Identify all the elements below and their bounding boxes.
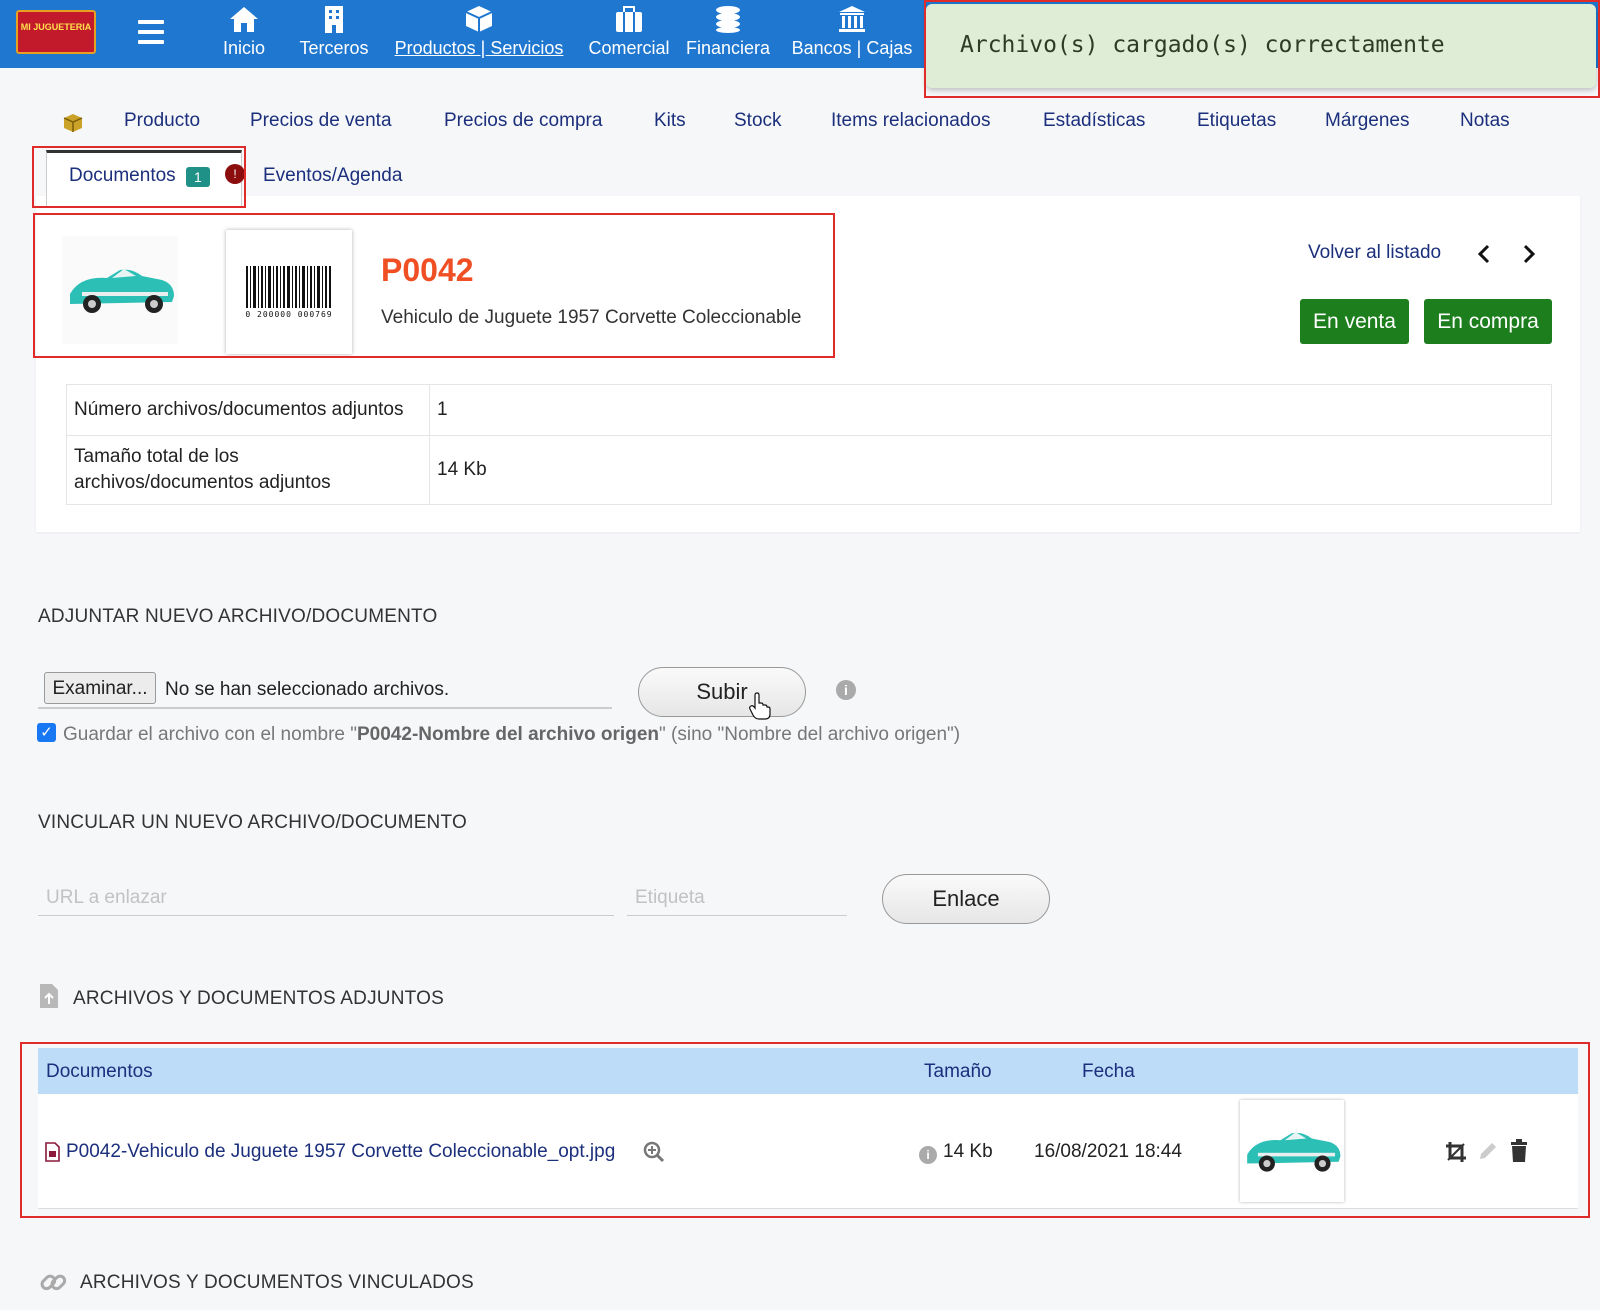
- box-icon: [391, 4, 567, 36]
- save-with-ref-checkbox[interactable]: ✓: [37, 723, 56, 742]
- file-input-underline: [38, 707, 612, 709]
- nav-financial[interactable]: Financiera: [684, 4, 772, 64]
- nav-home-label: Inicio: [222, 38, 266, 58]
- tab-items-relacionados[interactable]: Items relacionados: [831, 110, 990, 132]
- home-icon: [212, 4, 276, 36]
- bank-icon: [787, 4, 917, 36]
- hamburger-menu-icon[interactable]: [138, 20, 164, 44]
- status-en-venta[interactable]: En venta: [1300, 299, 1409, 344]
- product-header-highlight: [33, 213, 835, 358]
- nav-third-parties-label: Terceros: [299, 38, 369, 58]
- link-chain-icon: [38, 1267, 68, 1302]
- documents-tab-highlight: [32, 146, 246, 208]
- back-to-list-link[interactable]: Volver al listado: [1308, 242, 1441, 264]
- nav-products[interactable]: Productos | Servicios: [391, 4, 567, 64]
- product-cube-icon: [62, 112, 84, 139]
- nav-financial-label: Financiera: [685, 38, 771, 58]
- upload-button[interactable]: Subir: [638, 667, 806, 717]
- attach-section-title: ADJUNTAR NUEVO ARCHIVO/DOCUMENTO: [38, 606, 438, 627]
- tab-eventos-agenda[interactable]: Eventos/Agenda: [263, 165, 402, 187]
- url-input[interactable]: URL a enlazar: [38, 880, 614, 916]
- tab-precios-venta[interactable]: Precios de venta: [250, 110, 392, 132]
- tab-producto[interactable]: Producto: [124, 110, 200, 132]
- nav-products-label: Productos | Servicios: [394, 38, 564, 58]
- attachments-summary-table: Número archivos/documentos adjuntos 1 Ta…: [66, 384, 1552, 505]
- hand-cursor-icon: [749, 692, 771, 725]
- tab-margenes[interactable]: Márgenes: [1325, 110, 1410, 132]
- link-button[interactable]: Enlace: [882, 874, 1050, 924]
- info-icon[interactable]: i: [836, 680, 856, 700]
- logo-text: MI JUGUETERIA: [20, 22, 92, 32]
- file-upload-icon: [38, 982, 60, 1015]
- next-arrow-icon[interactable]: [1521, 244, 1537, 269]
- nav-third-parties[interactable]: Terceros: [294, 4, 374, 64]
- attached-table-highlight: [20, 1042, 1590, 1218]
- attachments-count-label: Número archivos/documentos adjuntos: [74, 399, 404, 420]
- attachments-size-label-line1: Tamaño total de los: [74, 446, 239, 467]
- no-file-selected-text: No se han seleccionado archivos.: [165, 679, 450, 700]
- save-with-ref-label: Guardar el archivo con el nombre "P0042-…: [63, 724, 961, 745]
- tab-estadisticas[interactable]: Estadísticas: [1043, 110, 1145, 132]
- link-button-label: Enlace: [932, 886, 1000, 911]
- linked-section-title: ARCHIVOS Y DOCUMENTOS VINCULADOS: [80, 1272, 474, 1293]
- attachments-count-value: 1: [437, 399, 448, 420]
- nav-commercial-label: Comercial: [588, 38, 670, 58]
- tab-precios-compra[interactable]: Precios de compra: [444, 110, 602, 132]
- upload-button-label: Subir: [696, 679, 748, 704]
- nav-commercial[interactable]: Comercial: [582, 4, 676, 64]
- nav-banks-label: Bancos | Cajas: [791, 38, 913, 58]
- nav-home[interactable]: Inicio: [212, 4, 276, 64]
- briefcase-icon: [582, 4, 676, 36]
- attachments-size-value: 14 Kb: [437, 459, 487, 480]
- tab-notas[interactable]: Notas: [1460, 110, 1510, 132]
- browse-button[interactable]: Examinar...: [44, 672, 156, 704]
- building-icon: [294, 4, 374, 36]
- tab-kits[interactable]: Kits: [654, 110, 686, 132]
- toast-highlight: [924, 0, 1600, 98]
- company-logo[interactable]: MI JUGUETERIA: [16, 10, 96, 54]
- label-input[interactable]: Etiqueta: [627, 880, 847, 916]
- coins-icon: [684, 4, 772, 36]
- attachments-size-label-line2: archivos/documentos adjuntos: [74, 472, 331, 493]
- nav-banks[interactable]: Bancos | Cajas: [787, 4, 917, 64]
- attached-section-title: ARCHIVOS Y DOCUMENTOS ADJUNTOS: [73, 988, 444, 1009]
- link-section-title: VINCULAR UN NUEVO ARCHIVO/DOCUMENTO: [38, 812, 467, 833]
- status-en-compra[interactable]: En compra: [1424, 299, 1552, 344]
- previous-arrow-icon[interactable]: [1476, 244, 1492, 269]
- tab-stock[interactable]: Stock: [734, 110, 782, 132]
- tab-etiquetas[interactable]: Etiquetas: [1197, 110, 1276, 132]
